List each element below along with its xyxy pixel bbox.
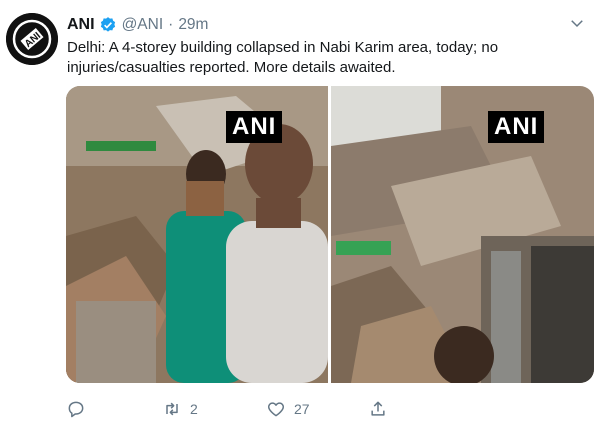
tweet-card[interactable]: ANI ANI @ANI · 29m Delhi: A 4-storey bui… bbox=[0, 0, 600, 437]
photo-1[interactable]: ANI bbox=[66, 86, 328, 383]
author-name[interactable]: ANI bbox=[67, 16, 95, 34]
reply-icon bbox=[68, 401, 84, 418]
ani-watermark: ANI bbox=[488, 111, 545, 143]
heart-icon bbox=[267, 402, 285, 417]
retweet-button[interactable]: 2 bbox=[162, 398, 198, 420]
photo-1-scene bbox=[66, 86, 328, 383]
ani-watermark: ANI bbox=[226, 111, 283, 143]
author-handle[interactable]: @ANI bbox=[122, 16, 164, 34]
photo-2-scene bbox=[331, 86, 594, 383]
retweet-count: 2 bbox=[190, 401, 198, 417]
avatar[interactable]: ANI bbox=[6, 13, 58, 65]
like-count: 27 bbox=[294, 401, 310, 417]
share-button[interactable] bbox=[368, 398, 396, 420]
share-icon bbox=[371, 401, 385, 416]
reply-button[interactable] bbox=[66, 398, 94, 420]
chevron-down-icon[interactable] bbox=[568, 14, 586, 32]
photo-2[interactable]: ANI bbox=[331, 86, 594, 383]
ani-logo: ANI bbox=[6, 13, 58, 65]
media-grid: ANI ANI bbox=[66, 86, 594, 383]
verified-badge-icon bbox=[100, 17, 115, 32]
tweet-header: ANI @ANI · 29m bbox=[67, 14, 208, 36]
retweet-icon bbox=[166, 402, 178, 416]
header-separator: · bbox=[168, 16, 174, 33]
tweet-actions: 2 27 bbox=[66, 398, 466, 420]
tweet-time[interactable]: 29m bbox=[178, 16, 208, 34]
like-button[interactable]: 27 bbox=[266, 398, 310, 420]
tweet-text: Delhi: A 4-storey building collapsed in … bbox=[67, 39, 499, 76]
